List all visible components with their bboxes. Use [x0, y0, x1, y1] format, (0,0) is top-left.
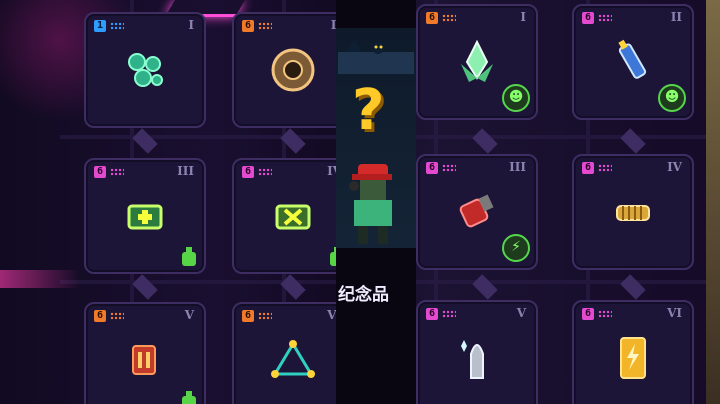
rarity-dots — [442, 164, 456, 172]
neon-edge-glow — [0, 270, 80, 288]
potion-icon — [182, 247, 196, 266]
rarity-dots — [598, 14, 612, 22]
slot-numeral: I — [520, 10, 526, 24]
green-emblem-icon: ☻ — [502, 84, 530, 112]
slot-numeral: VI — [667, 306, 682, 320]
rarity-dots — [442, 310, 456, 318]
rarity-dots — [258, 168, 272, 176]
slot-numeral: V — [184, 308, 194, 322]
bullet-icon — [461, 340, 484, 379]
right-slot-6[interactable]: 6 VI — [572, 300, 694, 404]
souvenir-label: 纪念品 — [338, 285, 389, 305]
lightning-emblem-icon: ⚡ — [502, 234, 530, 262]
slot-numeral: II — [670, 10, 682, 24]
slot-numeral: III — [177, 164, 194, 178]
right-slot-3[interactable]: 6 III ⚡ — [416, 154, 538, 270]
slot-numeral: I — [188, 18, 194, 32]
left-slot-1[interactable]: 1 I — [84, 12, 206, 128]
explosive-vest-icon — [132, 345, 156, 375]
battery-card-icon — [620, 337, 646, 379]
rarity-dots — [110, 168, 124, 176]
rarity-dots — [110, 22, 124, 30]
rarity-dots — [258, 312, 272, 320]
barrel-icon — [271, 48, 315, 92]
right-slot-2[interactable]: 6 II ☻ — [572, 4, 694, 120]
rarity-dots — [598, 164, 612, 172]
rarity-dots — [598, 310, 612, 318]
right-edge-decoration — [706, 0, 720, 404]
left-slot-5[interactable]: 6 V — [84, 302, 206, 404]
slot-numeral: V — [516, 306, 526, 320]
right-slot-5[interactable]: 6 V — [416, 300, 538, 404]
tier-badge: 6 — [94, 310, 106, 322]
slot-numeral: IV — [667, 160, 682, 174]
tier-badge: 6 — [94, 166, 106, 178]
character-sprite — [349, 164, 392, 244]
question-mark-icon: ? — [352, 78, 385, 143]
right-slot-4[interactable]: 6 IV — [572, 154, 694, 270]
medkit-icon — [127, 204, 163, 230]
rarity-dots — [442, 14, 456, 22]
potion-icon — [182, 391, 196, 404]
tier-badge: 1 — [94, 20, 106, 32]
red-gauntlet-icon — [459, 194, 494, 228]
city-silhouette — [338, 40, 414, 74]
game-screen: 1 I 6 II 6 III 6 IV — [0, 0, 720, 404]
tier-badge: 6 — [242, 20, 254, 32]
triangle-gadget-icon — [271, 340, 315, 378]
cross-bag-icon — [275, 204, 311, 230]
tier-badge: 6 — [426, 162, 438, 174]
rarity-dots — [110, 312, 124, 320]
left-slot-3[interactable]: 6 III — [84, 158, 206, 274]
cell-cluster-icon — [128, 53, 163, 87]
rarity-dots — [258, 22, 272, 30]
tier-badge: 6 — [426, 308, 438, 320]
tier-badge: 6 — [242, 166, 254, 178]
coin-stack-icon — [616, 205, 650, 221]
slot-numeral: III — [509, 160, 526, 174]
tier-badge: 6 — [582, 12, 594, 24]
tier-badge: 6 — [426, 12, 438, 24]
tier-badge: 6 — [582, 162, 594, 174]
right-slot-1[interactable]: 6 I ☻ — [416, 4, 538, 120]
tier-badge: 6 — [582, 308, 594, 320]
syringe-icon — [618, 39, 647, 79]
crystal-flower-icon — [461, 39, 493, 82]
green-emblem-icon: ☻ — [658, 84, 686, 112]
tier-badge: 6 — [242, 310, 254, 322]
